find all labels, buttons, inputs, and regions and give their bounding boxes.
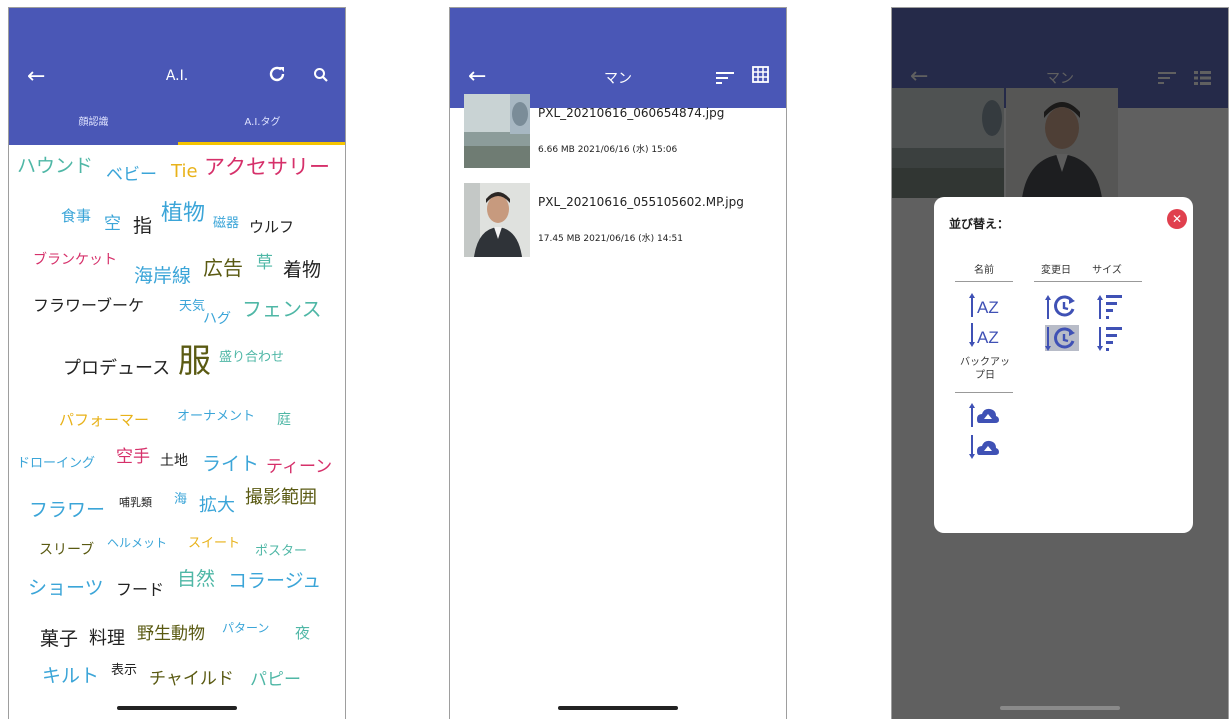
svg-text:AZ: AZ: [977, 328, 999, 347]
tab-bar: 顔認識 A.I.タグ: [9, 108, 345, 145]
tab-face-recognition[interactable]: 顔認識: [9, 108, 178, 145]
file-name: PXL_20210616_060654874.jpg: [538, 106, 725, 120]
tag-item[interactable]: 磁器: [213, 217, 239, 230]
tag-item[interactable]: パターン: [222, 622, 269, 634]
tab-ai-tags[interactable]: A.I.タグ: [178, 108, 345, 145]
tag-item[interactable]: Tie: [171, 163, 198, 181]
divider: [955, 281, 1013, 282]
sort-size-desc-icon[interactable]: [1097, 325, 1127, 357]
tag-item[interactable]: アクセサリー: [204, 157, 330, 178]
tag-item[interactable]: 植物: [161, 203, 205, 225]
tag-item[interactable]: 撮影範囲: [245, 489, 317, 507]
tag-item[interactable]: ベビー: [106, 167, 157, 184]
column-header-name: 名前: [974, 265, 994, 276]
search-icon[interactable]: [313, 64, 329, 88]
tag-item[interactable]: ドローイング: [17, 457, 95, 470]
phone-screen-sort-dialog: ← マン 並び替え： ✕ 名前 変更日 サイズ: [891, 7, 1229, 719]
tag-item[interactable]: ブランケット: [33, 253, 117, 267]
backup-date-label: バックアップ日: [960, 357, 1010, 381]
tag-item[interactable]: コラージュ: [228, 572, 321, 591]
page-title: マン: [604, 71, 632, 87]
svg-text:AZ: AZ: [977, 298, 999, 317]
tag-item[interactable]: チャイルド: [149, 671, 234, 688]
home-indicator: [117, 706, 237, 710]
file-name: PXL_20210616_055105602.MP.jpg: [538, 195, 744, 209]
tag-item[interactable]: パピー: [250, 672, 301, 689]
home-indicator: [558, 706, 678, 710]
tag-item[interactable]: スリーブ: [39, 543, 94, 557]
tag-item[interactable]: 空手: [116, 449, 150, 466]
grid-icon[interactable]: [752, 64, 769, 88]
tag-item[interactable]: ライト: [202, 455, 259, 474]
sort-modified-desc-icon[interactable]: [1045, 325, 1079, 351]
photo-thumbnail: [464, 94, 530, 168]
file-list-item[interactable]: PXL_20210616_060654874.jpg 6.66 MB 2021/…: [464, 94, 786, 168]
tag-item[interactable]: 指: [133, 217, 152, 236]
tag-item[interactable]: フェンス: [242, 299, 322, 319]
tag-item[interactable]: ヘルメット: [107, 537, 167, 549]
tag-item[interactable]: 土地: [160, 454, 188, 468]
tag-item[interactable]: 夜: [295, 626, 310, 641]
tag-item[interactable]: オーナメント: [177, 410, 255, 423]
tag-item[interactable]: 庭: [277, 413, 291, 427]
home-indicator: [1000, 706, 1120, 710]
tag-item[interactable]: 空: [104, 216, 121, 233]
sort-name-desc-icon[interactable]: AZ: [969, 321, 1001, 353]
tag-item[interactable]: 盛り合わせ: [219, 351, 284, 364]
file-meta: 6.66 MB 2021/06/16 (水) 15:06: [538, 145, 678, 155]
file-list-item[interactable]: PXL_20210616_055105602.MP.jpg 17.45 MB 2…: [464, 183, 786, 257]
tag-item[interactable]: プロデュース: [63, 360, 170, 378]
tag-item[interactable]: 食事: [61, 209, 91, 224]
tag-item[interactable]: 海岸線: [134, 267, 191, 286]
status-bar: [9, 8, 345, 48]
file-meta: 17.45 MB 2021/06/16 (水) 14:51: [538, 234, 683, 244]
tag-item[interactable]: フード: [116, 582, 164, 598]
tag-item[interactable]: フラワーブーケ: [33, 298, 144, 314]
divider: [955, 392, 1013, 393]
status-bar: [450, 8, 786, 48]
sort-backup-desc-icon[interactable]: [969, 433, 1001, 465]
tag-item[interactable]: 草: [256, 255, 273, 272]
sort-icon[interactable]: [716, 66, 734, 90]
tag-item[interactable]: 野生動物: [137, 626, 205, 643]
tag-item[interactable]: 広告: [203, 258, 243, 278]
tag-item[interactable]: ウルフ: [249, 220, 294, 235]
tag-item[interactable]: 菓子: [40, 630, 78, 649]
column-header-modified: 変更日: [1041, 265, 1071, 276]
page-title: A.I.: [165, 68, 189, 84]
tag-item[interactable]: 拡大: [199, 497, 235, 515]
tag-item[interactable]: ショーツ: [28, 579, 104, 598]
column-header-size: サイズ: [1092, 265, 1122, 276]
phone-screen-file-list: ← マン PXL_20210616_060654874.jpg 6.66 MB …: [449, 7, 787, 719]
tag-item[interactable]: 料理: [89, 630, 125, 648]
tag-item[interactable]: ハウンド: [17, 157, 93, 176]
tag-item[interactable]: フラワー: [29, 501, 105, 520]
tag-item[interactable]: キルト: [42, 667, 99, 686]
sort-size-asc-icon[interactable]: [1097, 293, 1127, 325]
tag-item[interactable]: スイート: [188, 537, 240, 550]
dialog-title: 並び替え：: [949, 217, 1010, 231]
tag-item[interactable]: パフォーマー: [59, 413, 149, 428]
tag-item[interactable]: ティーン: [266, 459, 332, 476]
tag-item[interactable]: ハグ: [203, 312, 231, 326]
tag-item[interactable]: 天気: [179, 300, 205, 313]
tag-cloud: ハウンド ベビー Tie アクセサリー 食事 空 指 植物 磁器 ウルフ ブラン…: [9, 145, 345, 719]
tag-item[interactable]: 哺乳類: [119, 497, 152, 508]
tag-item[interactable]: 海: [174, 493, 187, 506]
divider: [1084, 281, 1142, 282]
refresh-icon[interactable]: [267, 64, 287, 90]
tag-item[interactable]: 自然: [177, 570, 215, 589]
sort-dialog: 並び替え： ✕ 名前 変更日 サイズ AZ AZ バックアップ日: [934, 197, 1193, 533]
tag-item[interactable]: 服: [178, 344, 211, 377]
tag-item[interactable]: 着物: [283, 261, 321, 280]
photo-thumbnail: [464, 183, 530, 257]
tag-item[interactable]: 表示: [111, 664, 137, 677]
app-bar: ← A.I.: [9, 48, 345, 108]
sort-backup-asc-icon[interactable]: [969, 401, 1001, 433]
sort-modified-asc-icon[interactable]: [1045, 293, 1079, 325]
close-icon[interactable]: ✕: [1167, 209, 1187, 229]
sort-name-asc-icon[interactable]: AZ: [969, 291, 1001, 323]
tag-item[interactable]: ポスター: [255, 545, 307, 558]
phone-screen-ai-tags: ← A.I. 顔認識 A.I.タグ ハウンド ベビー Tie アクセサリー 食事…: [8, 7, 346, 719]
